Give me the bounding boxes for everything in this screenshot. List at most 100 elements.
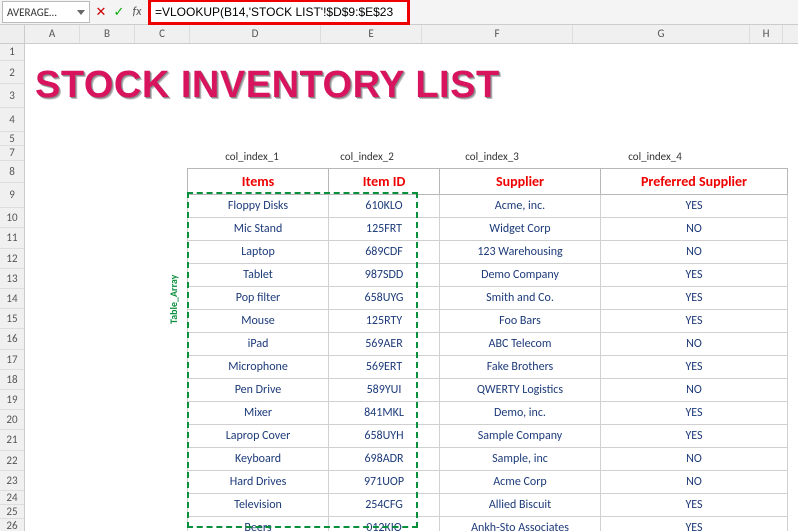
table-row[interactable]: Mouse125RTYFoo BarsYES xyxy=(188,310,788,333)
col-header-G[interactable]: G xyxy=(573,25,750,43)
row-header-18[interactable]: 18 xyxy=(0,370,24,390)
cell-id[interactable]: 987SDD xyxy=(329,264,440,287)
row-header-5[interactable]: 5 xyxy=(0,132,24,146)
cell-items[interactable]: Mouse xyxy=(188,310,329,333)
fx-icon[interactable]: fx xyxy=(128,5,146,19)
row-header-3[interactable]: 3 xyxy=(0,84,24,108)
row-header-15[interactable]: 15 xyxy=(0,309,24,329)
cell-pref[interactable]: NO xyxy=(601,218,788,241)
cell-pref[interactable]: NO xyxy=(601,448,788,471)
cell-pref[interactable]: NO xyxy=(601,379,788,402)
cell-supplier[interactable]: Demo, inc. xyxy=(440,402,601,425)
row-header-1[interactable]: 1 xyxy=(0,44,24,61)
row-header-9[interactable]: 9 xyxy=(0,183,24,208)
cell-id[interactable]: 698ADR xyxy=(329,448,440,471)
col-header-E[interactable]: E xyxy=(321,25,422,43)
cell-supplier[interactable]: Foo Bars xyxy=(440,310,601,333)
cell-id[interactable]: 658UYG xyxy=(329,287,440,310)
cell-pref[interactable]: YES xyxy=(601,356,788,379)
row-header-20[interactable]: 20 xyxy=(0,410,24,430)
row-header-19[interactable]: 19 xyxy=(0,390,24,410)
cell-pref[interactable]: NO xyxy=(601,471,788,494)
col-header-H[interactable]: H xyxy=(750,25,783,43)
worksheet-area[interactable]: STOCK INVENTORY LIST col_index_1 col_ind… xyxy=(25,44,798,531)
table-row[interactable]: Mic Stand125FRTWidget CorpNO xyxy=(188,218,788,241)
table-row[interactable]: Beers012KIOAnkh-Sto AssociatesYES xyxy=(188,517,788,531)
table-row[interactable]: Television254CFGAllied BiscuitYES xyxy=(188,494,788,517)
col-header-A[interactable]: A xyxy=(25,25,80,43)
table-row[interactable]: Floppy Disks610KLOAcme, inc.YES xyxy=(188,195,788,218)
cell-items[interactable]: Beers xyxy=(188,517,329,531)
cell-items[interactable]: Hard Drives xyxy=(188,471,329,494)
row-header-7[interactable]: 7 xyxy=(0,146,24,161)
cell-id[interactable]: 689CDF xyxy=(329,241,440,264)
row-header-14[interactable]: 14 xyxy=(0,289,24,309)
cell-id[interactable]: 589YUI xyxy=(329,379,440,402)
cell-supplier[interactable]: QWERTY Logistics xyxy=(440,379,601,402)
cell-pref[interactable]: YES xyxy=(601,287,788,310)
cell-supplier[interactable]: Widget Corp xyxy=(440,218,601,241)
select-all-corner[interactable] xyxy=(0,25,25,43)
cell-items[interactable]: Mic Stand xyxy=(188,218,329,241)
cell-id[interactable]: 569ERT xyxy=(329,356,440,379)
table-row[interactable]: Tablet987SDDDemo CompanyYES xyxy=(188,264,788,287)
chevron-down-icon[interactable] xyxy=(77,10,85,15)
table-row[interactable]: Hard Drives971UOPAcme CorpNO xyxy=(188,471,788,494)
row-header-24[interactable]: 24 xyxy=(0,491,24,505)
row-header-8[interactable]: 8 xyxy=(0,161,24,183)
cell-pref[interactable]: YES xyxy=(601,517,788,531)
th-items[interactable]: Items xyxy=(188,169,329,195)
cell-supplier[interactable]: Ankh-Sto Associates xyxy=(440,517,601,531)
formula-input[interactable] xyxy=(148,0,410,25)
col-header-F[interactable]: F xyxy=(422,25,573,43)
th-supplier[interactable]: Supplier xyxy=(440,169,601,195)
table-row[interactable]: Pen Drive589YUIQWERTY LogisticsNO xyxy=(188,379,788,402)
col-header-C[interactable]: C xyxy=(135,25,190,43)
name-box[interactable]: AVERAGE… xyxy=(2,1,90,23)
cell-supplier[interactable]: Sample, inc xyxy=(440,448,601,471)
cell-items[interactable]: Television xyxy=(188,494,329,517)
cell-supplier[interactable]: Allied Biscuit xyxy=(440,494,601,517)
cell-items[interactable]: Laptop xyxy=(188,241,329,264)
cell-items[interactable]: Laprop Cover xyxy=(188,425,329,448)
cell-pref[interactable]: YES xyxy=(601,425,788,448)
cell-supplier[interactable]: 123 Warehousing xyxy=(440,241,601,264)
cell-items[interactable]: Keyboard xyxy=(188,448,329,471)
cell-pref[interactable]: YES xyxy=(601,402,788,425)
row-header-13[interactable]: 13 xyxy=(0,269,24,289)
enter-icon[interactable]: ✓ xyxy=(110,5,128,20)
cell-items[interactable]: Microphone xyxy=(188,356,329,379)
cell-pref[interactable]: YES xyxy=(601,494,788,517)
table-row[interactable]: iPad569AERABC TelecomNO xyxy=(188,333,788,356)
row-header-16[interactable]: 16 xyxy=(0,329,24,349)
cell-pref[interactable]: YES xyxy=(601,310,788,333)
cell-id[interactable]: 971UOP xyxy=(329,471,440,494)
cancel-icon[interactable]: ✕ xyxy=(92,5,110,20)
cell-pref[interactable]: YES xyxy=(601,264,788,287)
cell-supplier[interactable]: Acme Corp xyxy=(440,471,601,494)
cell-items[interactable]: Pen Drive xyxy=(188,379,329,402)
th-pref[interactable]: Preferred Supplier xyxy=(601,169,788,195)
cell-id[interactable]: 125RTY xyxy=(329,310,440,333)
row-header-10[interactable]: 10 xyxy=(0,208,24,228)
cell-id[interactable]: 658UYH xyxy=(329,425,440,448)
cell-items[interactable]: Pop filter xyxy=(188,287,329,310)
col-header-B[interactable]: B xyxy=(80,25,135,43)
cell-id[interactable]: 569AER xyxy=(329,333,440,356)
row-header-26[interactable]: 26 xyxy=(0,519,24,531)
table-row[interactable]: Pop filter658UYGSmith and Co.YES xyxy=(188,287,788,310)
cell-supplier[interactable]: Fake Brothers xyxy=(440,356,601,379)
row-header-21[interactable]: 21 xyxy=(0,430,24,450)
cell-id[interactable]: 610KLO xyxy=(329,195,440,218)
cell-id[interactable]: 841MKL xyxy=(329,402,440,425)
cell-pref[interactable]: YES xyxy=(601,195,788,218)
cell-pref[interactable]: NO xyxy=(601,241,788,264)
row-header-2[interactable]: 2 xyxy=(0,61,24,85)
row-header-17[interactable]: 17 xyxy=(0,350,24,370)
cell-items[interactable]: iPad xyxy=(188,333,329,356)
cell-id[interactable]: 254CFG xyxy=(329,494,440,517)
cell-supplier[interactable]: Demo Company xyxy=(440,264,601,287)
row-header-25[interactable]: 25 xyxy=(0,505,24,519)
cell-id[interactable]: 125FRT xyxy=(329,218,440,241)
table-row[interactable]: Mixer841MKLDemo, inc.YES xyxy=(188,402,788,425)
